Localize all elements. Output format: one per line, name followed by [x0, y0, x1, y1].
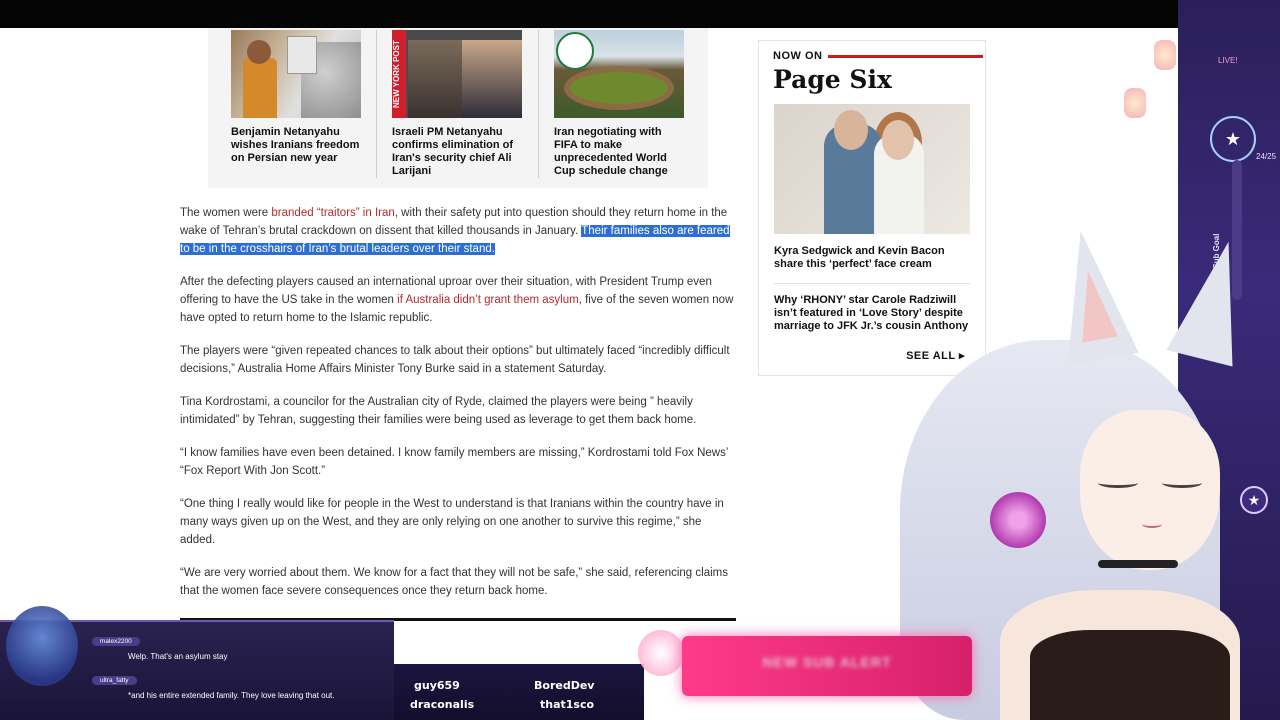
related-caption-1[interactable]: Benjamin Netanyahu wishes Iranians freed…	[231, 126, 363, 165]
lantern-icon	[1124, 88, 1146, 118]
supporter-name: guy659	[414, 679, 460, 692]
page-six-logo[interactable]: Page Six	[773, 65, 892, 94]
related-caption-2[interactable]: Israeli PM Netanyahu confirms eliminatio…	[392, 126, 524, 178]
article-paragraph-3: The players were “given repeated chances…	[180, 345, 730, 375]
related-thumb-2[interactable]: NEW YORK POST	[392, 30, 522, 118]
alert-orb-icon	[638, 630, 684, 676]
alert-banner-text: NEW SUB ALERT	[762, 654, 892, 670]
flower-icon	[990, 492, 1046, 548]
traitors-link[interactable]: branded “traitors” in Iran	[271, 207, 394, 219]
alert-banner: NEW SUB ALERT	[682, 636, 972, 696]
chat-message: malex2200 Welp. That's an asylum stay	[92, 630, 382, 662]
chat-message: ultra_fatty *and his entire extended fam…	[92, 669, 382, 701]
article-paragraph-6: “One thing I really would like for peopl…	[180, 498, 724, 546]
top-black-bar	[0, 0, 1280, 28]
supporter-name: that1sco	[540, 698, 595, 711]
recent-supporters	[394, 664, 644, 720]
page-six-photo[interactable]	[774, 104, 970, 234]
related-divider	[376, 30, 377, 178]
article-body: The women were branded “traitors” in Ira…	[180, 204, 736, 273]
related-thumb-1[interactable]	[231, 30, 361, 118]
article-paragraph-1: The women were branded “traitors” in Ira…	[180, 207, 730, 255]
supporter-name: BoredDev	[534, 679, 595, 692]
article-paragraph-7: “We are very worried about them. We know…	[180, 567, 728, 597]
live-label: LIVE!	[1218, 56, 1238, 65]
article-paragraph-5: “I know families have even been detained…	[180, 447, 728, 477]
chat-text: Welp. That's an asylum stay	[128, 652, 228, 661]
asylum-link[interactable]: if Australia didn’t grant them asylum	[397, 294, 579, 306]
chat-username: ultra_fatty	[92, 676, 137, 685]
sub-goal-count: 24/25	[1256, 152, 1277, 161]
lantern-icon	[1154, 40, 1176, 70]
article-paragraph-2: After the defecting players caused an in…	[180, 276, 734, 324]
article-paragraph-4: Tina Kordrostami, a councilor for the Au…	[180, 396, 697, 426]
related-story-3[interactable]: Iran negotiating with FIFA to make unpre…	[554, 30, 686, 178]
related-caption-3[interactable]: Iran negotiating with FIFA to make unpre…	[554, 126, 686, 178]
star-icon: ★	[1210, 116, 1256, 162]
related-story-2[interactable]: NEW YORK POST Israeli PM Netanyahu confi…	[392, 30, 524, 178]
related-story-1[interactable]: Benjamin Netanyahu wishes Iranians freed…	[231, 30, 363, 165]
supporter-name: draconalis	[410, 698, 475, 711]
new-york-post-tag: NEW YORK POST	[392, 30, 406, 118]
chat-username: malex2200	[92, 637, 140, 646]
chat-text: *and his entire extended family. They lo…	[128, 691, 335, 700]
article-body-cont: After the defecting players caused an in…	[180, 273, 736, 615]
related-thumb-3[interactable]	[554, 30, 684, 118]
mascot-icon	[6, 606, 78, 686]
related-stories: Benjamin Netanyahu wishes Iranians freed…	[208, 28, 708, 188]
star-icon: ★	[1240, 486, 1268, 514]
now-on-label: NOW ON	[773, 50, 829, 62]
related-divider	[538, 30, 539, 178]
